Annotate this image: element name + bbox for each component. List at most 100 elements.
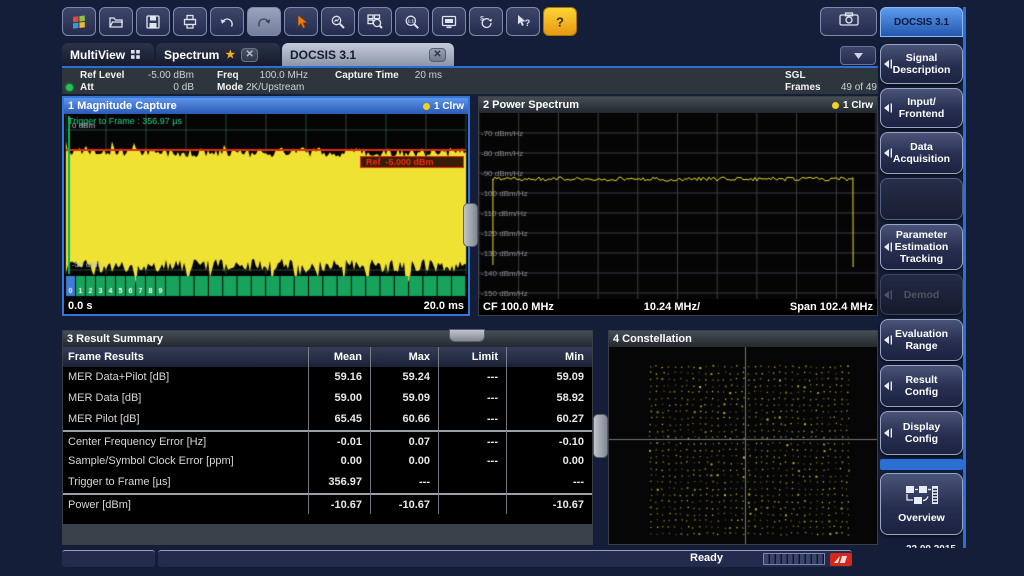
freq-value[interactable]: 100.0 MHz [242, 70, 308, 81]
submenu-arrow-icon [884, 148, 893, 161]
print-button[interactable] [173, 7, 207, 36]
windows-start-button[interactable] [62, 7, 96, 36]
softkey-demod: Demod [880, 274, 963, 315]
softkey-display-config[interactable]: Display Config [880, 411, 963, 455]
result-row-label: Sample/Symbol Clock Error [ppm] [63, 451, 309, 472]
magnitude-capture-header[interactable]: 1 Magnitude Capture 1 Clrw [64, 98, 468, 114]
capture-time-value[interactable]: 20 ms [402, 70, 442, 81]
result-row-label: MER Data+Pilot [dB] [63, 367, 309, 388]
result-cell-min: 59.09 [507, 367, 592, 388]
open-file-button[interactable] [99, 7, 133, 36]
att-value[interactable]: 0 dB [138, 82, 194, 93]
result-cell-mean: 59.16 [309, 367, 371, 388]
save-icon [145, 14, 161, 30]
sync-button[interactable]: S [469, 7, 503, 36]
tab-docsis[interactable]: DOCSIS 3.1 ✕ [282, 43, 454, 66]
save-button[interactable] [136, 7, 170, 36]
softkey-parameter-estimation-tracking[interactable]: Parameter Estimation Tracking [880, 224, 963, 270]
tab-docsis-label: DOCSIS 3.1 [290, 48, 356, 62]
result-cell-min: -0.10 [507, 430, 592, 453]
tab-list-caret-icon[interactable] [840, 46, 876, 65]
table-row: MER Data+Pilot [dB]59.1659.24---59.09 [63, 367, 592, 388]
result-row-label: MER Pilot [dB] [63, 409, 309, 430]
magnitude-capture-plot[interactable] [64, 114, 468, 298]
table-row: Trigger to Frame [µs]356.97------ [63, 472, 592, 493]
zoom-graph-button[interactable] [321, 7, 355, 36]
status-led-icon [66, 84, 73, 91]
splitter-handle-vertical-bottom[interactable] [593, 414, 608, 458]
softkey-data-acquisition[interactable]: Data Acquisition [880, 132, 963, 174]
trace-badge-label: 1 Clrw [434, 101, 464, 112]
display-window-button[interactable] [432, 7, 466, 36]
constellation-header[interactable]: 4 Constellation [609, 331, 877, 347]
ref-level-value[interactable]: -5.00 dBm [138, 70, 194, 81]
softkey-label: Result Config [905, 374, 938, 398]
undo-icon [219, 14, 235, 30]
result-cell-min: -10.67 [507, 493, 592, 516]
tab-multiview[interactable]: MultiView [62, 43, 154, 66]
power-spectrum-title: 2 Power Spectrum [483, 99, 579, 111]
window-constellation: 4 Constellation [608, 330, 878, 545]
svg-text:?: ? [556, 14, 564, 29]
result-cell-max: 0.07 [371, 430, 439, 453]
submenu-arrow-icon [884, 290, 893, 303]
results-bottom-strip [63, 524, 592, 544]
uncal-status-icon [830, 553, 852, 571]
result-cell-mean: -10.67 [309, 493, 371, 516]
table-row: Center Frequency Error [Hz]-0.010.07----… [63, 430, 592, 451]
softkey-result-config[interactable]: Result Config [880, 365, 963, 407]
result-cell-limit [439, 472, 507, 493]
overview-button-label: Overview [898, 512, 945, 524]
tab-spectrum-label: Spectrum [164, 48, 219, 62]
window-result-summary: 3 Result Summary Frame ResultsMeanMaxLim… [62, 330, 593, 545]
zoom-1to1-button[interactable]: 1:1 [395, 7, 429, 36]
table-row: Power [dBm]-10.67-10.67-10.67 [63, 493, 592, 514]
freq-label: Freq [217, 70, 239, 81]
window-power-spectrum: 2 Power Spectrum 1 Clrw CF 100.0 MHz 10.… [478, 96, 878, 316]
tab-docsis-close-icon[interactable]: ✕ [429, 48, 446, 62]
splitter-handle-vertical-top[interactable] [463, 203, 478, 247]
softkey-evaluation-range[interactable]: Evaluation Range [880, 319, 963, 361]
softkey-label: Signal Description [893, 52, 951, 76]
redo-icon [256, 14, 272, 30]
overview-button[interactable]: Overview [880, 473, 963, 535]
channel-color-strip [963, 7, 966, 568]
open-file-icon [108, 14, 124, 30]
result-row-label: Power [dBm] [63, 493, 309, 516]
context-help-button[interactable]: ? [506, 7, 540, 36]
overview-flow-icon [905, 485, 939, 508]
tab-spectrum[interactable]: Spectrum ★ ✕ [156, 43, 280, 66]
per-division-label: 10.24 MHz/ [644, 301, 700, 313]
undo-button[interactable] [210, 7, 244, 36]
tab-spectrum-close-icon[interactable]: ✕ [241, 48, 258, 62]
result-cell-max: --- [371, 472, 439, 493]
table-row: MER Data [dB]59.0059.09---58.92 [63, 388, 592, 409]
power-spectrum-plot[interactable] [479, 113, 877, 299]
softkey-input-frontend[interactable]: Input/ Frontend [880, 88, 963, 128]
constellation-plot[interactable] [609, 347, 877, 544]
select-mode-button[interactable] [284, 7, 318, 36]
table-row: Sample/Symbol Clock Error [ppm]0.000.00-… [63, 451, 592, 472]
tab-bar: MultiView Spectrum ★ ✕ DOCSIS 3.1 ✕ [62, 42, 878, 68]
result-cell-min: 58.92 [507, 388, 592, 409]
instrument-screen: { "colors": { "active_blue": "#2b6fd4", … [0, 0, 1024, 576]
result-summary-header[interactable]: 3 Result Summary [63, 331, 592, 347]
splitter-handle-horizontal[interactable] [449, 329, 485, 342]
help-button[interactable]: ? [543, 7, 577, 36]
mode-value[interactable]: 2K/Upstream [246, 82, 304, 93]
trace-dot-icon [423, 103, 430, 110]
star-icon: ★ [225, 48, 235, 61]
redo-button[interactable] [247, 7, 281, 36]
result-cell-limit: --- [439, 388, 507, 409]
power-spectrum-header[interactable]: 2 Power Spectrum 1 Clrw [479, 97, 877, 113]
results-table-header: Frame ResultsMeanMaxLimitMin [63, 347, 592, 367]
channel-tab-docsis[interactable]: DOCSIS 3.1 [880, 7, 963, 37]
submenu-arrow-icon [884, 103, 893, 116]
softkey-signal-description[interactable]: Signal Description [880, 44, 963, 84]
zoom-overview-button[interactable] [358, 7, 392, 36]
att-label: Att [80, 82, 94, 93]
result-cell-max: 59.24 [371, 367, 439, 388]
screenshot-button[interactable] [820, 7, 877, 36]
result-row-label: MER Data [dB] [63, 388, 309, 409]
softkey-label: Data Acquisition [893, 141, 950, 165]
